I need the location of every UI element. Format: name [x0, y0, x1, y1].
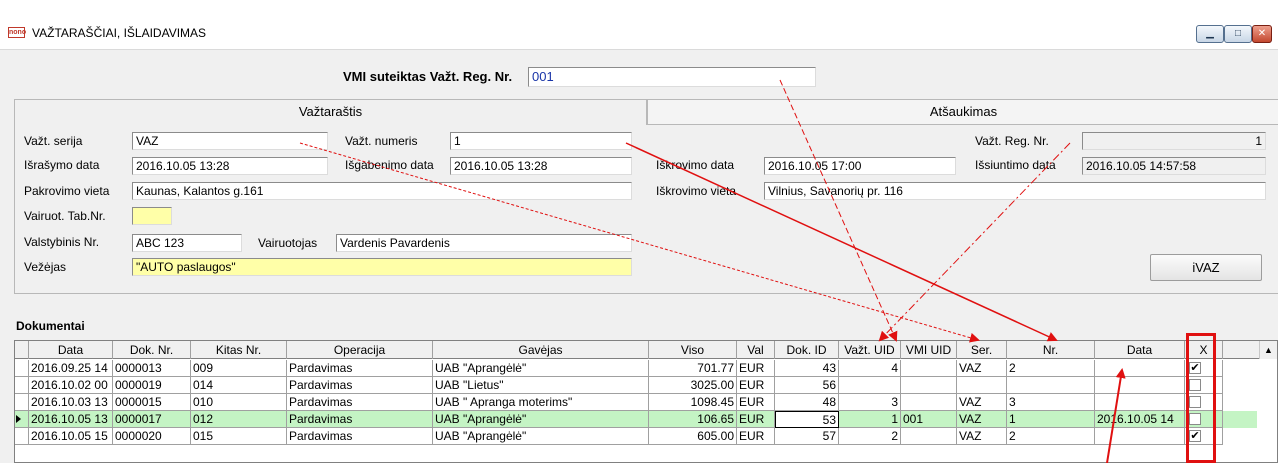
- annotation-arrows: [299, 79, 1126, 463]
- arrow-reg-to-vmi-uid: [779, 79, 898, 342]
- arrow-to-data: [1106, 368, 1126, 463]
- arrow-reg-nr-to-vazt-uid: [878, 142, 1071, 342]
- arrow-serija-to-ser: [299, 142, 980, 343]
- arrow-numeris-to-nr: [625, 142, 1058, 342]
